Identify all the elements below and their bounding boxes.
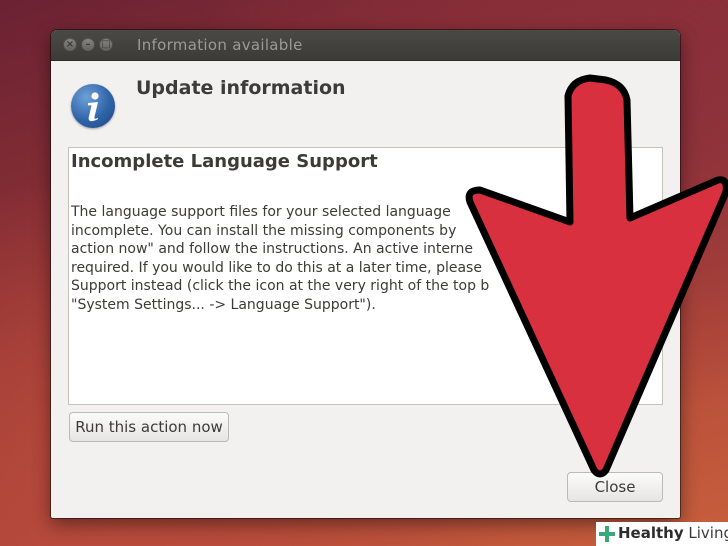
watermark-text: Healthy Living xyxy=(618,524,728,542)
watermark: Healthy Living xyxy=(596,522,728,546)
down-arrow-icon xyxy=(465,74,728,478)
plus-logo-icon xyxy=(599,526,615,542)
